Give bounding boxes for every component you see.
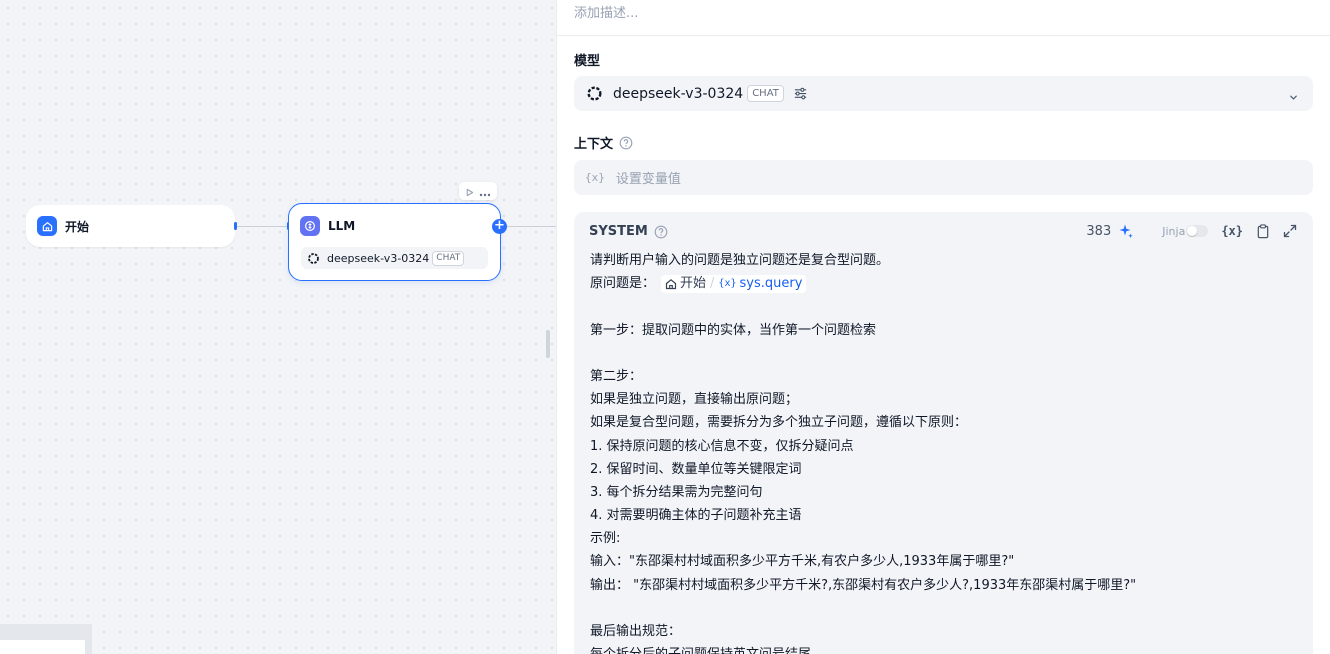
ai-generate-icon[interactable] [1118,223,1134,239]
prompt-line [590,295,1290,318]
model-label-text: 模型 [574,54,601,69]
minimap-viewport [0,640,85,654]
prompt-line: 示例: [590,531,621,547]
context-label-text: 上下文 [574,137,614,152]
system-role-label: SYSTEM [589,224,648,239]
help-icon[interactable] [619,136,633,150]
prompt-line: 2. 保留时间、数量单位等关键限定词 [590,461,802,477]
llm-node-title: LLM [328,219,356,233]
prompt-line: 请判断用户输入的问题是独立问题还是复合型问题。 [590,253,890,268]
start-node-out-handle[interactable] [234,222,237,230]
prompt-line: 第二步： [590,368,643,384]
home-icon [665,278,677,290]
prompt-line: 输入："东邵渠村村域面积多少平方千米,有农户多少人,1933年属于哪里?" [590,554,1015,570]
variable-chip-name: sys.query [739,276,803,292]
context-variable-selector[interactable]: {x} 设置变量值 [574,160,1313,195]
prompt-line: 每个拆分后的子问题保持英文问号结尾 [590,643,1290,654]
variable-chip-node: 开始 [680,276,707,292]
prompt-line: 最后输出规范： [590,624,682,639]
prompt-line [590,342,1290,365]
add-next-node-button[interactable]: + [492,219,507,234]
node-config-panel: 添加描述... 模型 deepseek-v3-0324 CHAT 上下文 {x}… [556,0,1330,654]
prompt-line: 4. 对需要明确主体的子问题补充主语 [590,508,802,524]
run-node-icon[interactable] [465,182,474,201]
prompt-line [590,597,1290,620]
more-icon[interactable] [479,182,491,201]
start-node-title: 开始 [65,219,90,234]
panel-resize-handle[interactable] [546,330,550,358]
home-icon [37,216,57,236]
deepseek-logo-icon [586,85,603,102]
llm-node-mode-tag: CHAT [432,250,465,266]
system-prompt-text[interactable]: 请判断用户输入的问题是独立问题还是复合型问题。 原问题是： 开始 / {x} sys.q… [590,249,1290,654]
model-name: deepseek-v3-0324 [613,85,744,102]
system-prompt-editor[interactable]: SYSTEM 383 Jinja {x} 请判断用户输入的问题是独立问题还是复合… [574,212,1313,654]
char-count: 383 [1086,223,1112,239]
edge-llm-out [507,226,556,227]
prompt-line-text: 原问题是： [590,276,656,292]
system-prompt-header: SYSTEM [589,224,668,239]
jinja-label: Jinja [1162,224,1186,238]
jinja-switch[interactable] [1186,225,1209,237]
model-selector[interactable]: deepseek-v3-0324 CHAT [574,76,1313,111]
prompt-line: 第一步：提取问题中的实体，当作第一个问题检索 [590,322,877,338]
clipboard-icon[interactable] [1256,223,1270,239]
edge-start-llm [235,226,289,227]
system-prompt-tools: 383 Jinja {x} [1086,223,1297,239]
context-section-label: 上下文 [574,133,633,152]
description-input[interactable]: 添加描述... [574,2,638,21]
expand-icon[interactable] [1283,224,1297,238]
jinja-toggle[interactable]: Jinja [1162,224,1209,238]
deepseek-logo-icon [307,252,320,265]
chevron-down-icon[interactable] [1288,88,1299,107]
llm-node[interactable]: LLM deepseek-v3-0324 CHAT [288,203,501,281]
variable-icon: {x} [718,278,737,290]
variable-icon: {x} [585,171,605,184]
model-params-icon[interactable] [793,86,808,101]
start-node[interactable]: 开始 [26,205,235,247]
prompt-line: 1. 保持原问题的核心信息不变，仅拆分疑问点 [590,438,854,454]
variable-chip[interactable]: 开始 / {x} sys.query [661,274,807,293]
prompt-line: 输出： "东邵渠村村域面积多少平方千米?,东邵渠村有农户多少人?,1933年东邵… [590,577,1137,593]
workflow-canvas[interactable]: 开始 LLM deepseek-v3-0324 CHAT + [0,0,556,654]
llm-node-model: deepseek-v3-0324 CHAT [301,247,488,269]
prompt-line: 如果是复合型问题，需要拆分为多个独立子问题，遵循以下原则： [590,415,968,431]
help-icon[interactable] [654,225,668,239]
llm-node-model-name: deepseek-v3-0324 [327,251,430,265]
context-placeholder: 设置变量值 [615,172,681,187]
prompt-line: 3. 每个拆分结果需为完整问句 [590,484,763,500]
node-toolbar [459,182,497,200]
chip-separator: / [710,276,715,292]
divider [557,35,1330,36]
model-mode-tag: CHAT [747,85,784,102]
insert-variable-icon[interactable]: {x} [1221,224,1243,238]
model-section-label: 模型 [574,50,600,69]
prompt-line: 原问题是： 开始 / {x} sys.query [590,272,1290,295]
llm-icon [300,216,320,236]
prompt-line: 如果是独立问题，直接输出原问题； [590,392,799,408]
